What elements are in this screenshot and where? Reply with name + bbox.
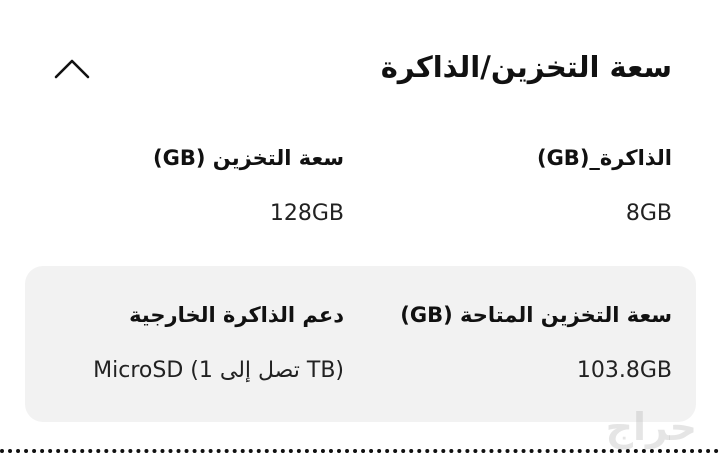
haraj-watermark: حراج <box>605 405 697 449</box>
memory-value: 8GB <box>625 201 672 226</box>
section-title: سعة التخزين/الذاكرة <box>380 50 672 84</box>
memory-label: الذاكرة_(GB) <box>536 146 672 170</box>
highlighted-specs-card <box>25 266 696 422</box>
available-storage-value: 103.8GB <box>576 358 672 383</box>
section-header[interactable]: سعة التخزين/الذاكرة <box>0 0 719 135</box>
chevron-up-icon <box>54 59 90 79</box>
available-storage-label: سعة التخزين المتاحة (GB) <box>400 303 672 327</box>
external-memory-value: MicroSD (تصل إلى 1 TB) <box>93 358 344 383</box>
collapse-button[interactable] <box>40 40 104 98</box>
storage-value: 128GB <box>269 201 344 226</box>
storage-label: سعة التخزين (GB) <box>153 146 344 170</box>
external-memory-label: دعم الذاكرة الخارجية <box>129 303 344 327</box>
